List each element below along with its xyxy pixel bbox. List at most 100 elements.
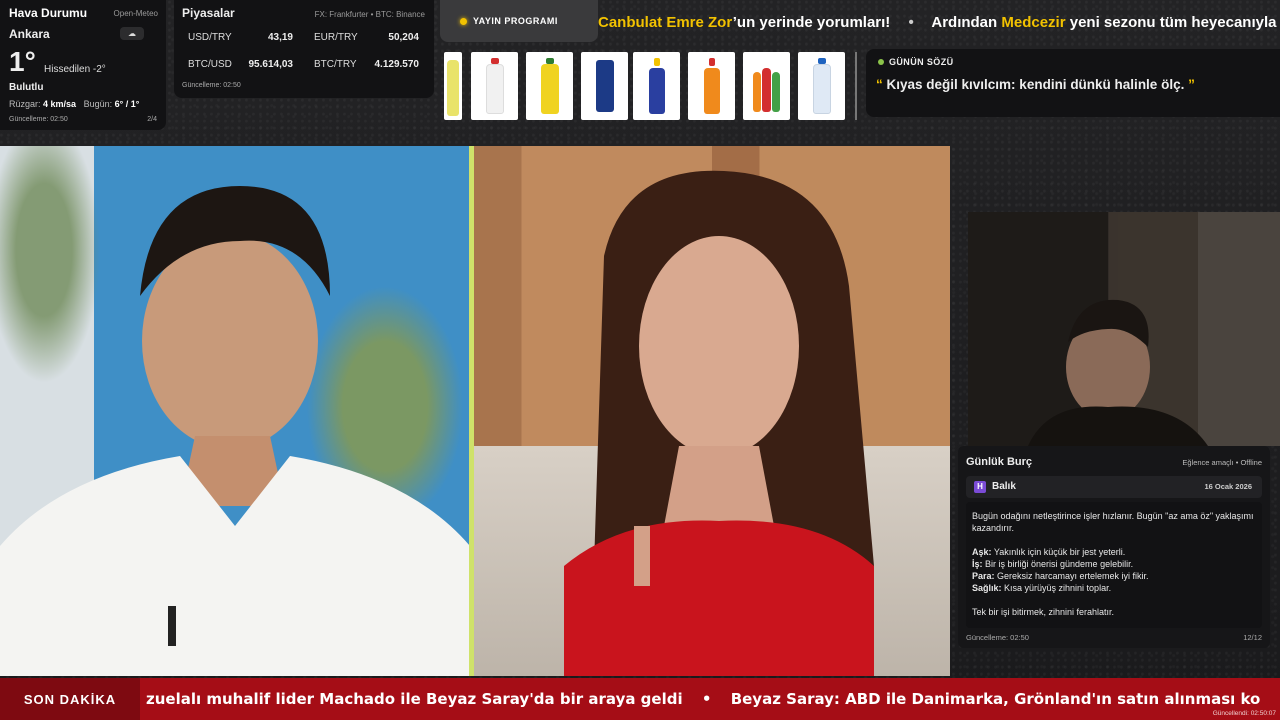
weather-feels-like: Hissedilen -2°	[44, 64, 106, 75]
money-label: Para:	[972, 571, 995, 581]
broadcast-label: YAYIN PROGRAMI	[473, 16, 558, 26]
money-text: Gereksiz harcamayı ertelemek iyi fikir.	[994, 571, 1149, 581]
horoscope-money: Para: Gereksiz harcamayı ertelemek iyi f…	[972, 570, 1256, 582]
quote-text: “ Kıyas değil kıvılcım: kendini dünkü ha…	[876, 77, 1195, 92]
weather-city: Ankara	[9, 27, 50, 41]
open-quote-icon: “	[876, 77, 883, 92]
quote-of-the-day: GÜNÜN SÖZÜ “ Kıyas değil kıvılcım: kendi…	[866, 49, 1280, 117]
markets-updated: Güncelleme: 02:50	[182, 82, 241, 89]
health-text: Kısa yürüyüş zihnini toplar.	[1001, 583, 1112, 593]
streamer-webcam	[968, 212, 1280, 446]
breaking-news-label: SON DAKİKA	[0, 678, 140, 720]
quote-heading-label: GÜNÜN SÖZÜ	[889, 57, 954, 67]
close-quote-icon: ”	[1188, 77, 1195, 92]
wind-value: 4 km/sa	[43, 99, 77, 109]
horoscope-mode: Eğlence amaçlı • Offline	[1182, 458, 1262, 467]
multi-pack-bottles-icon	[772, 72, 780, 112]
yellow-soda-bottle-icon	[540, 64, 559, 114]
breaking-news-separator: •	[701, 690, 712, 708]
blue-cola-can-icon	[595, 60, 614, 112]
market-label: BTC/TRY	[314, 59, 357, 70]
markets-widget: Piyasalar FX: Frankfurter • BTC: Binance…	[174, 0, 434, 98]
cloud-icon: ☁	[120, 27, 144, 40]
horoscope-work: İş: Bir iş birliği önerisi gündeme geleb…	[972, 558, 1256, 570]
markets-source: FX: Frankfurter • BTC: Binance	[314, 10, 425, 19]
ticker-text: Ardından	[931, 14, 1002, 31]
video-feed-left	[0, 146, 470, 676]
product-card	[526, 52, 573, 120]
breaking-news-bar: SON DAKİKA zuelalı muhalif lider Machado…	[0, 678, 1280, 720]
horoscope-body: Bugün odağını netleştirince işler hızlan…	[966, 502, 1262, 628]
blue-soda-bottle-icon	[648, 68, 665, 114]
quote-body: Kıyas değil kıvılcım: kendini dünkü hali…	[882, 77, 1189, 92]
market-label: EUR/TRY	[314, 32, 358, 43]
product-card	[798, 52, 845, 120]
horoscope-title: Günlük Burç	[966, 456, 1033, 468]
pisces-icon: H	[974, 481, 986, 493]
live-dot-icon	[460, 17, 467, 25]
market-label: BTC/USD	[188, 59, 232, 70]
product-card	[633, 52, 680, 120]
horoscope-page: 12/12	[1243, 633, 1262, 642]
horoscope-sign-card: H Balık 16 Ocak 2026	[966, 476, 1262, 498]
work-label: İş:	[972, 559, 983, 569]
lemon-soda-bottle-icon	[447, 60, 459, 116]
market-value: 95.614,03	[248, 59, 294, 70]
top-ticker: Canbulat Emre Zor’un yerinde yorumları! …	[598, 0, 1280, 46]
status-dot-icon	[878, 59, 884, 65]
product-strip	[444, 52, 858, 120]
weather-wind: Rüzgar: 4 km/sa Bugün: 6° / 1°	[9, 99, 139, 109]
horoscope-sign: Balık	[992, 481, 1016, 492]
bottle-cap-icon	[653, 58, 660, 66]
horoscope-intro: Bugün odağını netleştirince işler hızlan…	[972, 511, 1254, 533]
product-card	[471, 52, 518, 120]
streamer-silhouette	[968, 212, 1208, 446]
multi-pack-bottles-icon	[762, 68, 771, 112]
ticker-highlight: Medcezir	[1001, 14, 1066, 31]
breaking-news-ticker: zuelalı muhalif lider Machado ile Beyaz …	[146, 678, 1280, 720]
weather-widget: Hava Durumu Open-Meteo Ankara ☁ 1° Hisse…	[0, 0, 166, 130]
work-text: Bir iş birliği önerisi gündeme gelebilir…	[982, 559, 1134, 569]
weather-page: 2/4	[147, 116, 157, 123]
ticker-highlight: Canbulat Emre Zor	[598, 14, 733, 31]
health-label: Sağlık:	[972, 583, 1002, 593]
person-left-silhouette	[0, 186, 470, 676]
wind-label: Rüzgar:	[9, 99, 41, 109]
today-value: 6° / 1°	[114, 99, 140, 109]
person-right-silhouette	[564, 170, 874, 676]
daily-horoscope: Günlük Burç Eğlence amaçlı • Offline H B…	[958, 446, 1270, 648]
breaking-news-item: Beyaz Saray: ABD ile Danimarka, Grönland…	[730, 690, 1261, 708]
weather-source: Open-Meteo	[113, 9, 158, 18]
weather-updated: Güncelleme: 02:50	[9, 116, 68, 123]
horoscope-health: Sağlık: Kısa yürüyüş zihnini toplar.	[972, 582, 1256, 594]
love-label: Aşk:	[972, 547, 992, 557]
video-feed-right	[474, 146, 950, 676]
market-label: USD/TRY	[188, 32, 232, 43]
product-card	[743, 52, 790, 120]
product-card	[688, 52, 735, 120]
quote-heading: GÜNÜN SÖZÜ	[878, 57, 1268, 67]
market-value: 50,204	[388, 32, 419, 43]
product-card	[581, 52, 628, 120]
horoscope-love: Aşk: Yakınlık için küçük bir jest yeterl…	[972, 546, 1256, 558]
breaking-news-updated: Güncellendi: 02:50:07	[1212, 710, 1276, 717]
weather-temperature: 1°	[9, 46, 36, 77]
orange-soda-bottle-icon	[703, 68, 720, 114]
breaking-news-item: zuelalı muhalif lider Machado ile Beyaz …	[146, 690, 683, 708]
ticker-separator: •	[908, 14, 914, 31]
market-value: 4.129.570	[374, 59, 420, 70]
bottle-cap-icon	[708, 58, 715, 66]
horoscope-date: 16 Ocak 2026	[1204, 482, 1252, 491]
ticker-text: yeni sezonu tüm heyecanıyla	[1065, 14, 1277, 31]
market-value: 43,19	[267, 32, 293, 43]
today-label: Bugün:	[83, 99, 113, 109]
broadcast-schedule-tab[interactable]: YAYIN PROGRAMI	[440, 0, 598, 42]
multi-pack-bottles-icon	[753, 72, 761, 112]
horoscope-closing: Tek bir işi bitirmek, zihnini ferahlatır…	[972, 607, 1115, 617]
water-bottle-icon	[812, 64, 831, 114]
love-text: Yakınlık için küçük bir jest yeterli.	[991, 547, 1126, 557]
product-strip-divider	[855, 52, 857, 120]
strawberry-soda-bottle-icon	[485, 64, 504, 114]
horoscope-updated: Güncelleme: 02:50	[966, 633, 1029, 642]
product-card	[444, 52, 462, 120]
